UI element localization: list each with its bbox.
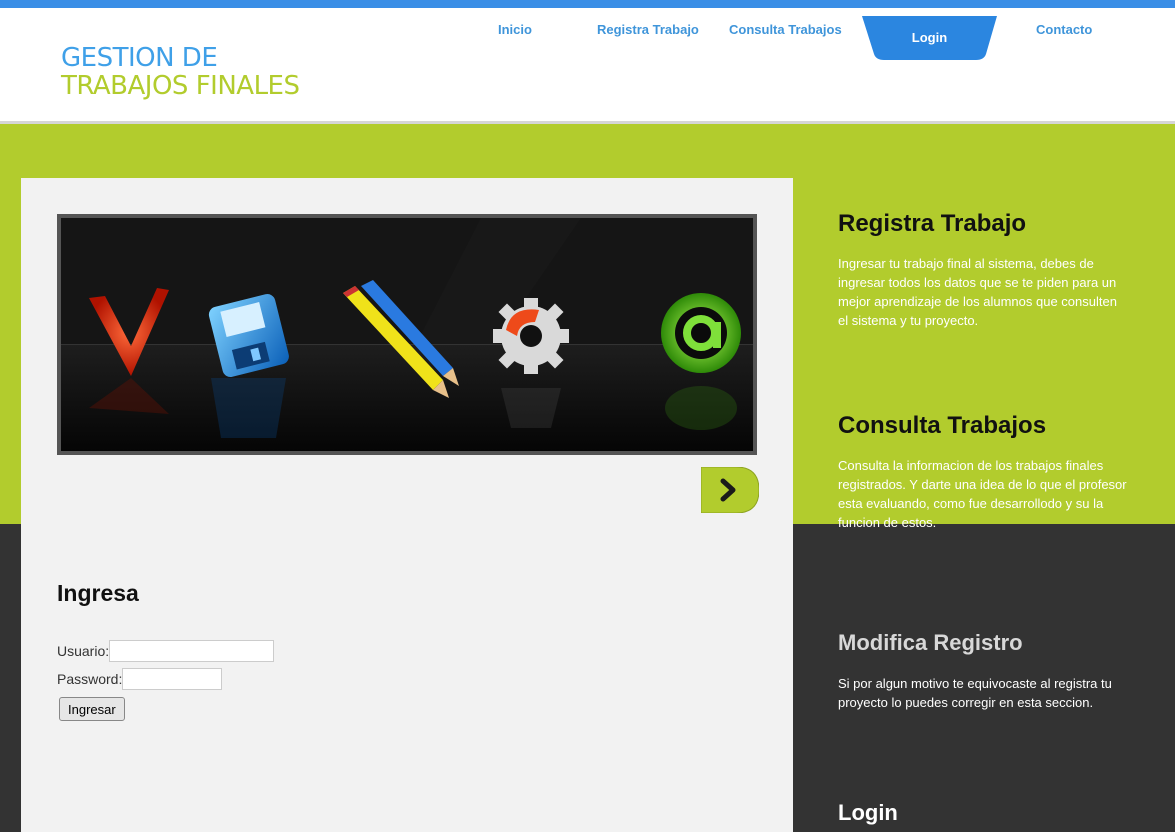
ingresar-button[interactable]: Ingresar: [59, 697, 125, 721]
image-slider[interactable]: [57, 214, 757, 455]
password-label: Password:: [57, 671, 123, 687]
username-input[interactable]: [109, 640, 275, 662]
username-row: Usuario:: [57, 640, 275, 662]
sidebar-text-consulta: Consulta la informacion de los trabajos …: [838, 458, 1127, 530]
nav-inicio[interactable]: Inicio: [498, 22, 532, 37]
sidebar-section-registra: Registra Trabajo Ingresar tu trabajo fin…: [838, 210, 1128, 330]
username-label: Usuario:: [57, 643, 110, 659]
logo-line-2: TRABAJOS FINALES: [61, 71, 300, 101]
nav-login-label: Login: [911, 30, 948, 45]
top-accent-bar: [0, 0, 1175, 8]
nav-login-active-tab[interactable]: Login: [862, 16, 997, 60]
nav-consulta-trabajos[interactable]: Consulta Trabajos: [729, 22, 842, 37]
sidebar-section-consulta: Consulta Trabajos Consulta la informacio…: [838, 412, 1128, 532]
nav-registra-trabajo[interactable]: Registra Trabajo: [597, 22, 699, 37]
sidebar-title-modifica: Modifica Registro: [838, 630, 1023, 655]
slider-next-button[interactable]: [701, 467, 759, 513]
login-form-title: Ingresa: [57, 580, 139, 606]
sidebar-section-login: Login: [838, 800, 1128, 826]
at-sign-icon: [661, 293, 741, 430]
nav-contacto[interactable]: Contacto: [1036, 22, 1092, 37]
slider-image: [61, 218, 753, 451]
password-row: Password:: [57, 668, 223, 690]
sidebar-text-modifica: Si por algun motivo te equivocaste al re…: [838, 676, 1112, 710]
sidebar-section-modifica: Modifica Registro Si por algun motivo te…: [838, 630, 1128, 712]
content-panel: Ingresa Usuario: Password: Ingresar: [21, 178, 793, 832]
sidebar-title-registra: Registra Trabajo: [838, 210, 1027, 237]
password-input[interactable]: [122, 668, 223, 690]
sidebar-title-consulta: Consulta Trabajos: [838, 412, 1047, 439]
sidebar-text-registra: Ingresar tu trabajo final al sistema, de…: [838, 256, 1117, 328]
main-nav: Inicio Registra Trabajo Consulta Trabajo…: [0, 8, 1175, 60]
sidebar-title-login: Login: [838, 800, 898, 825]
